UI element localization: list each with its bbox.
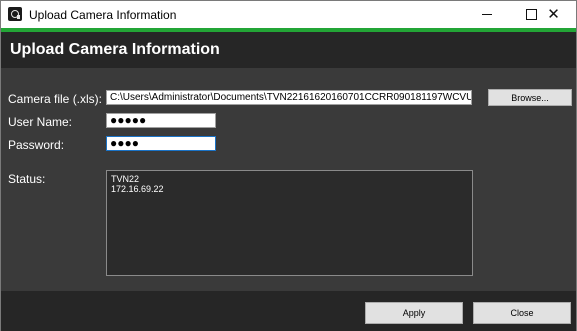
status-textarea[interactable]: TVN22 172.16.69.22 <box>106 170 473 276</box>
close-button[interactable]: Close <box>473 302 571 324</box>
password-field[interactable]: ●●●● <box>106 136 216 151</box>
window-title: Upload Camera Information <box>29 8 177 22</box>
status-label: Status: <box>8 172 46 186</box>
page-title: Upload Camera Information <box>10 41 220 58</box>
password-label: Password: <box>8 138 65 152</box>
username-field[interactable]: ●●●●● <box>106 113 216 128</box>
browse-button[interactable]: Browse... <box>488 89 572 106</box>
status-line: 172.16.69.22 <box>111 184 164 194</box>
minimize-icon <box>481 14 492 15</box>
close-icon: ✕ <box>547 6 560 23</box>
camera-file-label: Camera file (.xls): <box>8 92 103 106</box>
minimize-button[interactable] <box>464 1 509 28</box>
camera-file-input[interactable]: C:\Users\Administrator\Documents\TVN2216… <box>106 90 472 105</box>
upload-camera-window: Upload Camera Information ✕ Upload Camer… <box>0 0 577 331</box>
close-window-button[interactable]: ✕ <box>531 1 576 28</box>
dialog-header: Upload Camera Information <box>1 32 576 68</box>
username-label: User Name: <box>8 115 73 129</box>
status-line: TVN22 <box>111 174 140 184</box>
apply-button[interactable]: Apply <box>365 302 463 324</box>
title-bar: Upload Camera Information ✕ <box>1 1 576 28</box>
camera-app-icon <box>8 7 22 21</box>
